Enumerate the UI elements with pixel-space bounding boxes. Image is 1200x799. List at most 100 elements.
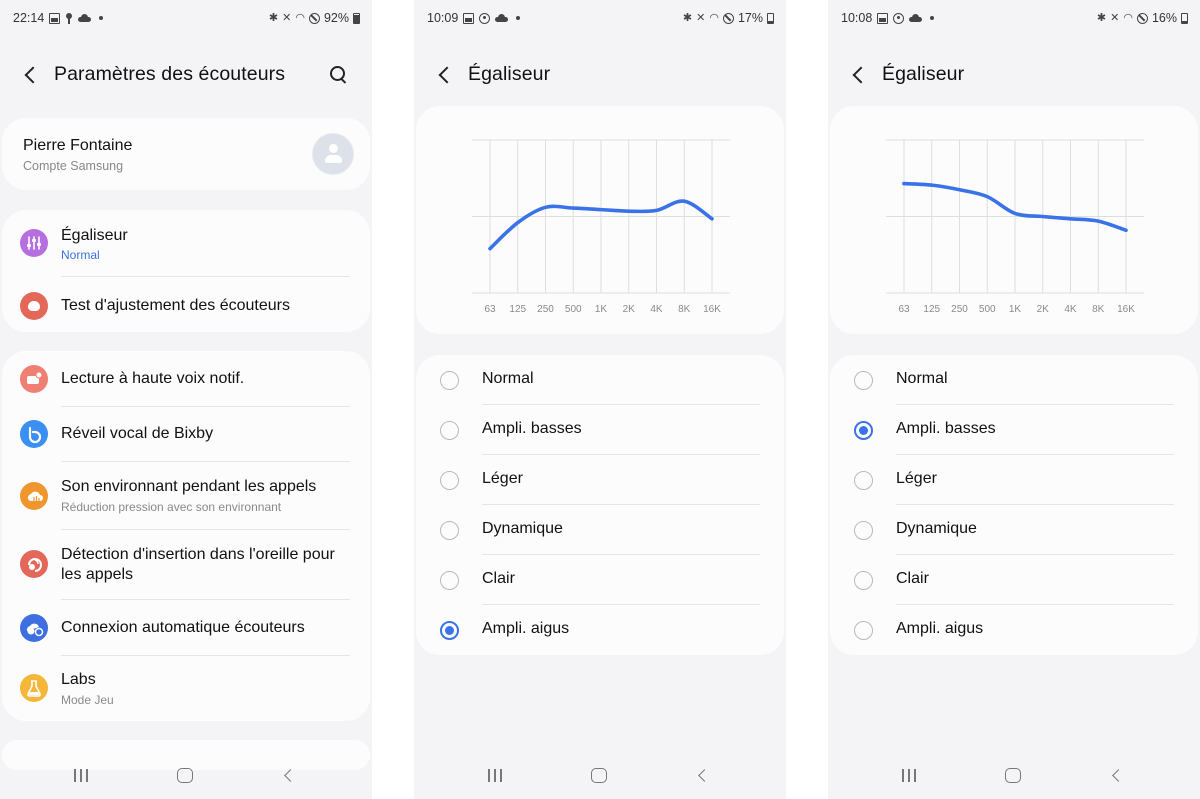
preset-option[interactable]: Clair [830, 555, 1198, 605]
do-not-disturb-icon [308, 12, 320, 24]
radio-unselected[interactable] [854, 571, 873, 590]
back-button[interactable] [696, 769, 710, 783]
radio-unselected[interactable] [854, 621, 873, 640]
more-notifications-icon [930, 16, 935, 20]
x-tick-label: 8K [678, 304, 691, 315]
avatar [312, 133, 354, 175]
radio-unselected[interactable] [440, 421, 459, 440]
x-tick-label: 125 [923, 304, 940, 315]
screen-record-icon [893, 12, 905, 24]
preset-option[interactable]: Ampli. basses [416, 405, 784, 455]
app-bar: Égaliseur [414, 52, 786, 98]
preset-option[interactable]: Normal [830, 355, 1198, 405]
preset-option[interactable]: Ampli. basses [830, 405, 1198, 455]
x-tick-label: 4K [650, 304, 663, 315]
preset-option[interactable]: Dynamique [830, 505, 1198, 555]
radio-unselected[interactable] [440, 471, 459, 490]
status-bar: 10:09 ✱ ✕ ◠ 17% [414, 0, 786, 36]
equalizer-chart: 63 125 250 500 1K 2K 4K 8K 16K [886, 139, 1144, 315]
x-tick-label: 63 [484, 304, 496, 315]
in-ear-detection-icon [20, 550, 48, 578]
status-time: 10:08 [841, 11, 873, 25]
screen-record-icon [479, 12, 491, 24]
preset-option[interactable]: Clair [416, 555, 784, 605]
navigation-bar [414, 751, 786, 799]
equalizer-presets: Normal Ampli. basses Léger Dynamique Clair Am… [830, 355, 1198, 655]
ambient-sound-icon [20, 482, 48, 510]
status-bar: 22:14 ✱ ✕ ◠ 92% [0, 0, 372, 36]
preset-label: Léger [482, 470, 523, 487]
home-button[interactable] [591, 768, 607, 783]
battery-icon [1181, 12, 1188, 24]
recents-button[interactable] [486, 769, 504, 783]
preset-label: Ampli. aigus [896, 620, 984, 637]
wifi-icon: ◠ [1123, 11, 1133, 24]
preset-label: Clair [482, 570, 515, 587]
x-tick-label: 16K [703, 304, 721, 315]
home-button[interactable] [1005, 768, 1021, 783]
samsung-account-card[interactable]: Pierre Fontaine Compte Samsung [2, 118, 370, 190]
search-icon[interactable] [328, 64, 350, 86]
preset-label: Ampli. basses [482, 420, 582, 437]
battery-percent: 17% [737, 11, 763, 25]
x-tick-label: 4K [1064, 304, 1077, 315]
menu-item-equalizer[interactable]: Égaliseur Normal [2, 224, 370, 280]
app-bar: Égaliseur [828, 52, 1200, 98]
recents-button[interactable] [900, 769, 918, 783]
x-tick-label: 16K [1117, 304, 1135, 315]
menu-group-sound: Égaliseur Normal Test d'ajustement des é… [2, 210, 370, 332]
menu-item-in-ear-detection[interactable]: Détection d'insertion dans l'oreille pou… [2, 530, 370, 599]
navigation-bar [828, 751, 1200, 799]
radio-unselected[interactable] [854, 471, 873, 490]
radio-selected[interactable] [854, 421, 873, 440]
radio-selected[interactable] [440, 621, 459, 640]
back-icon[interactable] [436, 65, 454, 85]
radio-unselected[interactable] [854, 521, 873, 540]
more-notifications-icon [516, 16, 521, 20]
bixby-icon [20, 420, 48, 448]
radio-unselected[interactable] [440, 521, 459, 540]
preset-option[interactable]: Ampli. aigus [416, 605, 784, 655]
menu-item-labs[interactable]: Labs Mode Jeu [2, 656, 370, 718]
preset-option[interactable]: Léger [416, 455, 784, 505]
cloud-icon [495, 14, 509, 22]
back-icon[interactable] [22, 65, 40, 85]
gallery-icon [877, 12, 889, 24]
back-icon[interactable] [850, 65, 868, 85]
menu-item-bixby[interactable]: Réveil vocal de Bixby [2, 407, 370, 462]
back-button[interactable] [282, 769, 296, 783]
preset-option[interactable]: Dynamique [416, 505, 784, 555]
preset-option[interactable]: Ampli. aigus [830, 605, 1198, 655]
status-time: 22:14 [13, 11, 45, 25]
wifi-icon: ◠ [295, 11, 305, 24]
mute-icon: ✕ [282, 11, 292, 24]
menu-item-ambient-sound[interactable]: Son environnant pendant les appels Réduc… [2, 462, 370, 529]
menu-item-fit-test[interactable]: Test d'ajustement des écouteurs [2, 282, 370, 330]
equalizer-chart-card: 63 125 250 500 1K 2K 4K 8K 16K [830, 106, 1198, 334]
back-button[interactable] [1110, 769, 1124, 783]
x-tick-label: 250 [951, 304, 968, 315]
battery-percent: 92% [323, 11, 349, 25]
radio-unselected[interactable] [440, 371, 459, 390]
x-tick-label: 500 [979, 304, 996, 315]
read-notifications-icon [20, 365, 48, 393]
menu-group-features: Lecture à haute voix notif. Réveil vocal… [2, 351, 370, 721]
mute-icon: ✕ [1110, 11, 1120, 24]
mute-icon: ✕ [696, 11, 706, 24]
menu-item-auto-connect[interactable]: Connexion automatique écouteurs [2, 600, 370, 655]
battery-icon [353, 12, 360, 24]
preset-label: Ampli. basses [896, 420, 996, 437]
preset-label: Normal [482, 370, 534, 387]
preset-option[interactable]: Normal [416, 355, 784, 405]
preset-option[interactable]: Léger [830, 455, 1198, 505]
screen-equalizer-treble: 10:09 ✱ ✕ ◠ 17% Égaliseur 63 125 250 500 1K 2… [414, 0, 786, 799]
recents-button[interactable] [72, 769, 90, 783]
menu-item-label: Son environnant pendant les appels [61, 478, 317, 495]
menu-item-read-notifications[interactable]: Lecture à haute voix notif. [2, 351, 370, 406]
radio-unselected[interactable] [440, 571, 459, 590]
gallery-icon [49, 12, 61, 24]
menu-item-sub: Normal [61, 248, 100, 262]
home-button[interactable] [177, 768, 193, 783]
screen-equalizer-bass: 10:08 ✱ ✕ ◠ 16% Égaliseur 63 125 250 500 1K 2… [828, 0, 1200, 799]
radio-unselected[interactable] [854, 371, 873, 390]
